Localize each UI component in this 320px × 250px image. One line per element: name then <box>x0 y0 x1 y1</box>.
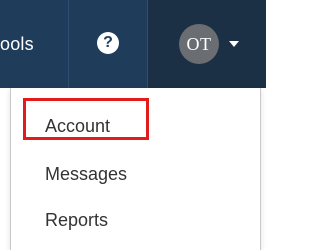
menu-item-account-label: Account <box>45 115 111 136</box>
menu-item-messages-label: Messages <box>45 163 128 184</box>
menu-item-account[interactable]: Account <box>11 104 260 148</box>
help-button[interactable]: ? <box>69 0 147 88</box>
top-navbar: ools ? OT <box>0 0 266 88</box>
menu-item-messages[interactable]: Messages <box>11 152 260 196</box>
help-glyph: ? <box>103 34 113 51</box>
avatar-initials: OT <box>186 33 212 54</box>
question-circle-icon: ? <box>97 32 119 54</box>
user-menu-toggle[interactable]: OT <box>148 0 266 88</box>
menu-item-reports-label: Reports <box>45 209 109 230</box>
screen: ools ? OT Account Messages Reports <box>0 0 266 250</box>
user-dropdown-menu: Account Messages Reports <box>10 88 261 250</box>
nav-item-tools[interactable]: ools <box>0 0 68 88</box>
nav-item-tools-label: ools <box>0 33 34 54</box>
avatar: OT <box>179 24 219 64</box>
menu-item-reports[interactable]: Reports <box>11 198 260 242</box>
caret-down-icon <box>229 41 239 47</box>
